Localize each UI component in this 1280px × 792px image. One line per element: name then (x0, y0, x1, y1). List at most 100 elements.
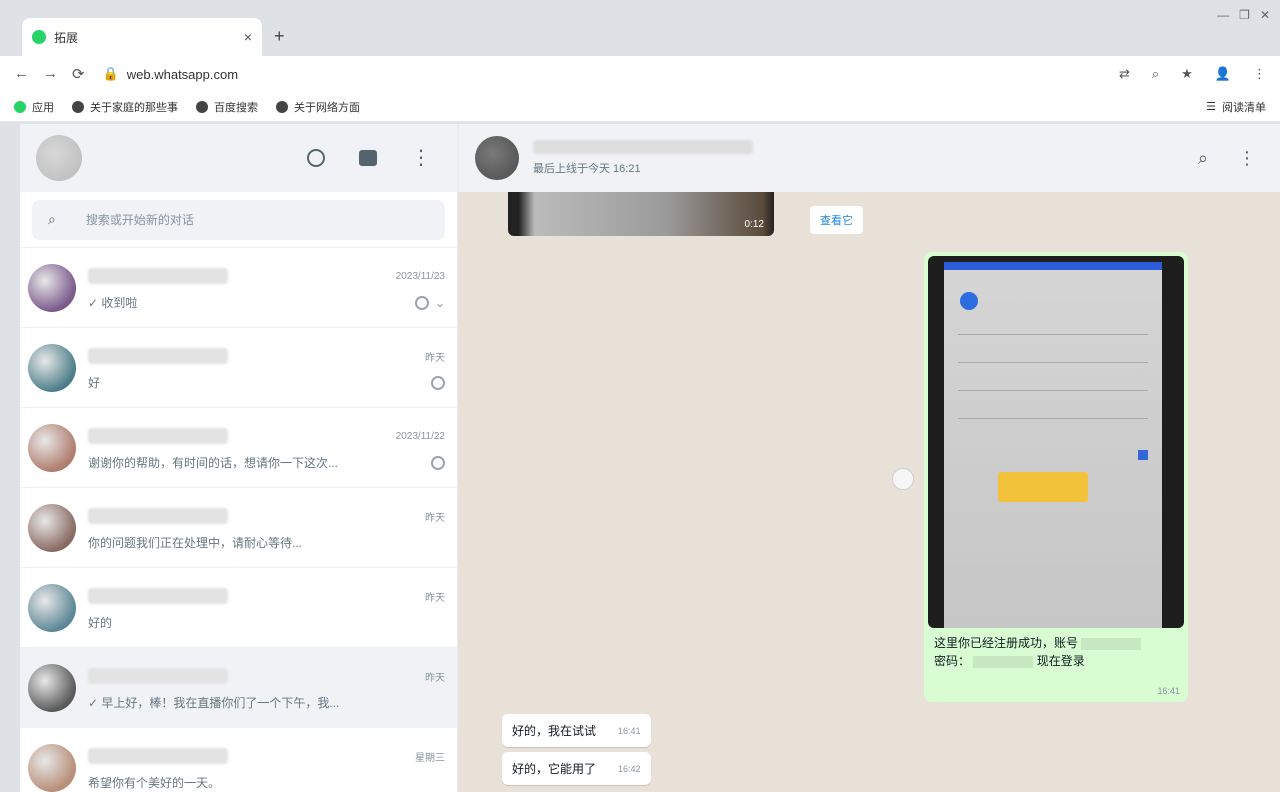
chat-list-item[interactable]: 昨天你的问题我们正在处理中，请耐心等待... (20, 488, 457, 568)
chat-name (88, 428, 228, 444)
reply-badge[interactable]: 查看它 (810, 206, 863, 234)
tab-close-icon[interactable]: × (244, 29, 252, 45)
chat-avatar (28, 343, 76, 392)
address-bar: ← → ⟳ 🔒 web.whatsapp.com ⇄ ⌕ ★ 👤 ⋮ (0, 56, 1280, 92)
chat-preview: ✓ 收到啦 (88, 296, 138, 310)
bookmark-item[interactable]: 关于网络方面 (276, 99, 360, 115)
sidebar-header: ⋮ (20, 124, 457, 192)
globe-icon (276, 100, 288, 113)
conversation-menu-icon[interactable]: ⋮ (1238, 148, 1256, 169)
search-input[interactable]: ⌕ 搜索或开始新的对话 (32, 199, 445, 240)
chat-avatar (28, 663, 76, 712)
contact-info[interactable]: 最后上线于今天 16:21 (533, 140, 753, 176)
chat-avatar (28, 503, 76, 552)
window-controls: — ❐ ✕ (1217, 8, 1270, 22)
video-message[interactable]: 0:12 (508, 192, 774, 236)
status-icon[interactable] (307, 149, 325, 167)
globe-icon (72, 100, 84, 113)
chat-time: 昨天 (425, 512, 445, 524)
chat-name (88, 588, 228, 604)
chat-preview: 好的 (88, 616, 113, 630)
chat-name (88, 508, 228, 524)
apps-icon (14, 100, 26, 113)
forward-icon[interactable]: → (43, 65, 58, 83)
video-duration: 0:12 (744, 219, 764, 230)
chat-list-item[interactable]: 昨天好 (20, 328, 457, 408)
minimize-button[interactable]: — (1217, 8, 1229, 22)
chat-avatar (28, 423, 76, 472)
reload-icon[interactable]: ⟳ (72, 65, 85, 83)
chat-preview: ✓ 早上好，棒！我在直播你们了一个下午，我... (88, 696, 340, 710)
chevron-down-icon[interactable]: ⌄ (435, 296, 445, 310)
browser-tools: ⇄ ⌕ ★ 👤 ⋮ (1119, 66, 1266, 82)
checkbox-icon (1138, 450, 1148, 460)
chat-avatar (28, 583, 76, 632)
screenshot-photo[interactable] (928, 256, 1184, 628)
chat-time: 昨天 (425, 672, 445, 684)
image-caption: 这里你已经注册成功，账号 密码： 现在登录 (928, 628, 1184, 670)
sent-image-message[interactable]: 这里你已经注册成功，账号 密码： 现在登录 16:41 (924, 252, 1188, 702)
chat-avatar (28, 743, 76, 792)
zoom-icon[interactable]: ⌕ (1152, 66, 1159, 82)
my-avatar[interactable] (36, 135, 82, 181)
muted-icon (431, 455, 445, 470)
maximize-button[interactable]: ❐ (1239, 8, 1250, 22)
nav-buttons: ← → ⟳ (14, 65, 85, 83)
sidebar-actions: ⋮ (307, 148, 431, 168)
sidebar-menu-icon[interactable]: ⋮ (411, 148, 431, 168)
chat-preview: 希望你有个美好的一天。 (88, 776, 221, 790)
received-message[interactable]: 好的，我在试试 16:41 (502, 714, 651, 747)
tab-title: 拓展 (54, 30, 79, 45)
lock-icon: 🔒 (102, 66, 119, 81)
forward-icon[interactable] (892, 468, 914, 490)
chat-time: 昨天 (425, 352, 445, 364)
bookmark-item[interactable]: 关于家庭的那些事 (72, 99, 178, 115)
url-field[interactable]: 🔒 web.whatsapp.com (103, 66, 1119, 82)
new-chat-icon[interactable] (359, 150, 377, 166)
phone-screen-image (944, 262, 1162, 628)
reading-list[interactable]: ☰ 阅读清单 (1206, 99, 1266, 115)
chat-name (88, 348, 228, 364)
chat-preview: 你的问题我们正在处理中，请耐心等待... (88, 536, 303, 550)
search-icon[interactable]: ⌕ (1198, 148, 1208, 169)
chat-name (88, 748, 228, 764)
chat-search: ⌕ 搜索或开始新的对话 (20, 192, 457, 248)
profile-icon[interactable]: 👤 (1215, 66, 1231, 82)
translate-icon[interactable]: ⇄ (1119, 66, 1130, 82)
chat-list: 2023/11/23 ✓ 收到啦 ⌄ 昨天好 2023/11/22 谢谢你的帮助，有时间的… (20, 248, 457, 792)
chat-time: 昨天 (425, 592, 445, 604)
chat-sidebar: ⋮ ⌕ 搜索或开始新的对话 2023/11/23 ✓ 收到啦 ⌄ 昨天好 2023/11… (20, 124, 458, 792)
globe-icon (196, 100, 208, 113)
bookmark-item[interactable]: 百度搜索 (196, 99, 258, 115)
muted-icon (414, 295, 429, 310)
chat-time: 2023/11/23 (395, 270, 445, 282)
chat-name (88, 268, 228, 284)
contact-avatar[interactable] (475, 136, 519, 180)
chat-list-item[interactable]: 昨天 ✓ 早上好，棒！我在直播你们了一个下午，我... (20, 648, 457, 728)
bookmarks-bar: 应用 关于家庭的那些事 百度搜索 关于网络方面 ☰ 阅读清单 (0, 92, 1280, 122)
received-message[interactable]: 好的，它能用了 16:42 (502, 752, 651, 785)
new-tab-button[interactable]: + (274, 26, 285, 47)
message-time: 16:41 (1157, 686, 1180, 696)
chat-list-item[interactable]: 星期三希望你有个美好的一天。 (20, 728, 457, 792)
muted-icon (431, 375, 445, 390)
chat-list-item[interactable]: 2023/11/22 谢谢你的帮助，有时间的话，想请你一下这次... (20, 408, 457, 488)
chat-list-item[interactable]: 2023/11/23 ✓ 收到啦 ⌄ (20, 248, 457, 328)
search-icon: ⌕ (48, 211, 56, 227)
close-window-button[interactable]: ✕ (1260, 8, 1270, 22)
chat-time: 星期三 (415, 752, 445, 764)
chat-list-item[interactable]: 昨天好的 (20, 568, 457, 648)
chat-avatar (28, 263, 76, 312)
back-icon[interactable]: ← (14, 65, 29, 83)
bookmark-item[interactable]: 应用 (14, 99, 54, 115)
yellow-button-image (998, 472, 1088, 502)
url-text: web.whatsapp.com (126, 66, 239, 82)
chat-preview: 谢谢你的帮助，有时间的话，想请你一下这次... (88, 456, 339, 470)
conversation-header[interactable]: 最后上线于今天 16:21 ⌕ ⋮ (458, 124, 1280, 192)
contact-name (533, 140, 753, 154)
chat-time: 2023/11/22 (395, 430, 445, 442)
menu-icon[interactable]: ⋮ (1253, 66, 1266, 82)
star-icon[interactable]: ★ (1181, 66, 1193, 82)
browser-tab-bar: 拓展 × + — ❐ ✕ (0, 0, 1280, 56)
browser-tab[interactable]: 拓展 × (22, 18, 262, 56)
